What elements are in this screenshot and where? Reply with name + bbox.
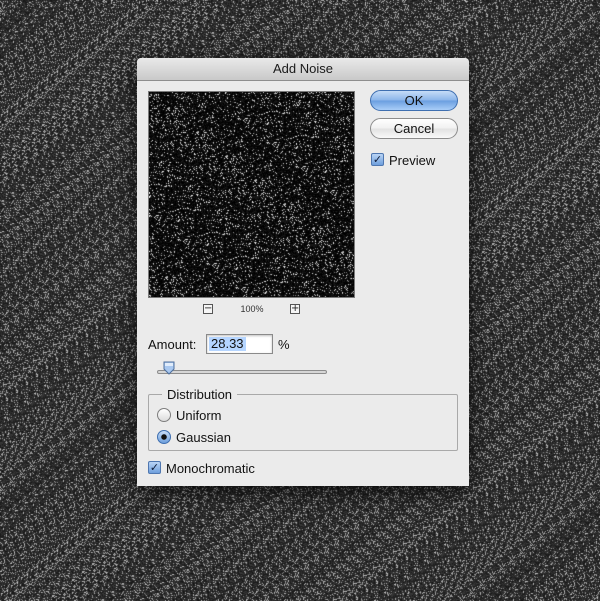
dialog-title: Add Noise (137, 58, 469, 81)
zoom-in-button[interactable]: + (290, 304, 300, 314)
preview-checkbox[interactable]: ✓ (371, 153, 384, 166)
add-noise-dialog: Add Noise − 100% + OK Cancel ✓ Preview A… (137, 58, 469, 486)
preview-checkbox-label: Preview (389, 153, 436, 168)
amount-field[interactable]: 28.33 (206, 334, 273, 354)
checkmark-icon: ✓ (149, 461, 160, 474)
ok-button[interactable]: OK (370, 90, 458, 111)
amount-unit: % (278, 337, 290, 352)
preview-image[interactable] (149, 92, 354, 297)
amount-label: Amount: (148, 337, 197, 352)
zoom-out-button[interactable]: − (203, 304, 213, 314)
gaussian-radio[interactable] (157, 430, 171, 444)
amount-slider-thumb[interactable] (163, 361, 175, 375)
checkmark-icon: ✓ (372, 153, 383, 166)
uniform-radio[interactable] (157, 408, 171, 422)
distribution-title: Distribution (162, 387, 238, 402)
uniform-radio-label: Uniform (176, 408, 222, 423)
monochromatic-checkbox[interactable]: ✓ (148, 461, 161, 474)
gaussian-radio-label: Gaussian (176, 430, 231, 445)
amount-input[interactable]: 28.33 (209, 337, 246, 351)
monochromatic-checkbox-label: Monochromatic (166, 461, 255, 476)
cancel-button[interactable]: Cancel (370, 118, 458, 139)
filter-preview[interactable] (148, 91, 355, 298)
zoom-level: 100% (240, 304, 264, 314)
amount-slider[interactable] (157, 370, 327, 374)
